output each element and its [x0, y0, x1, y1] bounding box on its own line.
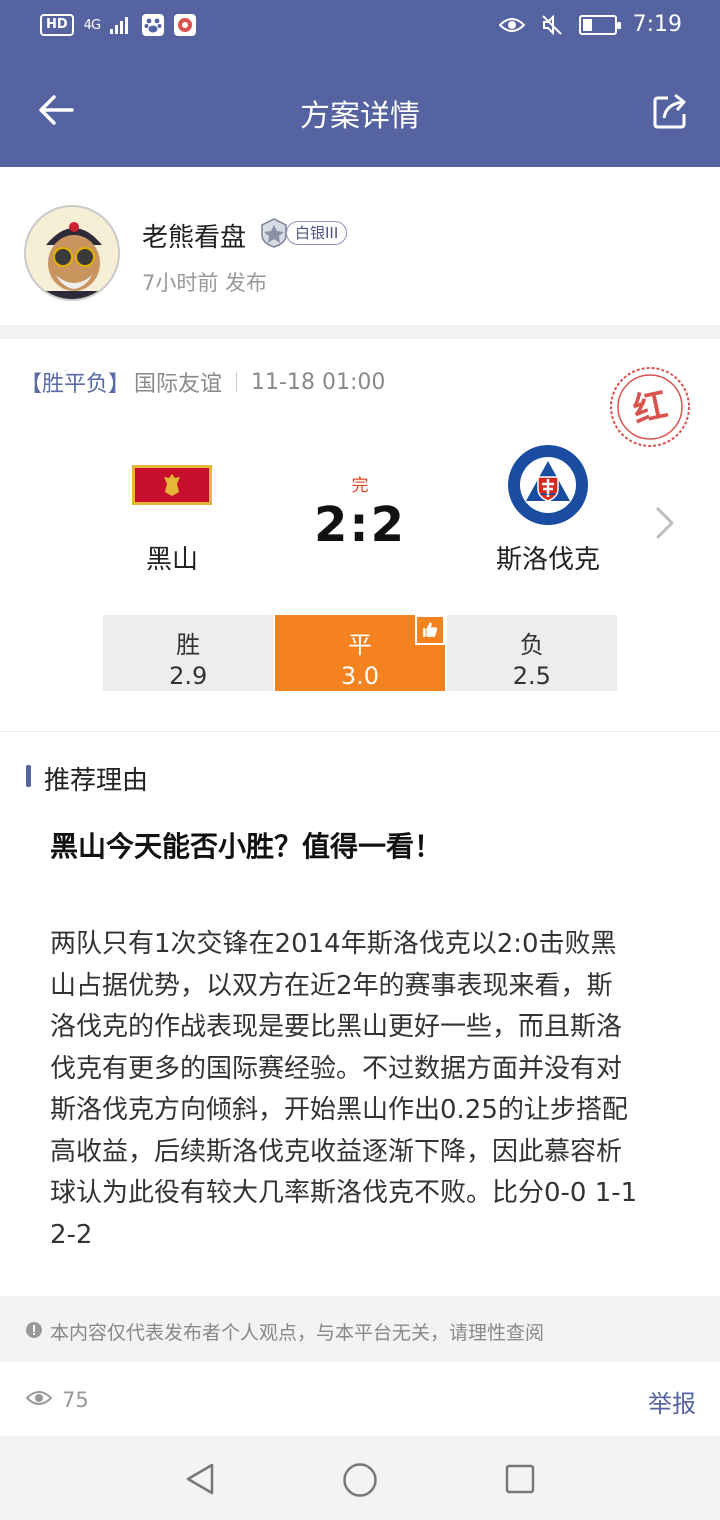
nav-back-icon[interactable]	[184, 1462, 216, 1496]
body-line: 高收益，后续斯洛伐克收益逐渐下降，因此慕容析	[50, 1136, 623, 1167]
recommendation-headline: 黑山今天能否小胜？值得一看！	[50, 830, 443, 863]
away-team-name[interactable]: 斯洛伐克	[466, 539, 630, 576]
match-meta: 【胜平负】 国际友谊 11-18 01:00	[20, 366, 385, 398]
odds-value: 2.9	[169, 662, 208, 690]
body-line: 两队只有1次交锋在2014年斯洛伐克以2:0击败黑	[50, 929, 617, 959]
author-name: 老熊看盘	[142, 223, 247, 253]
odds-label: 负	[519, 631, 544, 659]
nav-home-icon[interactable]	[342, 1462, 378, 1498]
report-button[interactable]: 举报	[648, 1384, 696, 1419]
body-line: 2-2	[50, 1219, 93, 1250]
league-name: 国际友谊	[134, 372, 223, 397]
eye-icon	[26, 1391, 52, 1405]
body-line: 伐克有更多的国际赛经验。不过数据方面并没有对	[50, 1053, 623, 1084]
battery-icon	[578, 14, 621, 35]
market-type: 【胜平负】	[20, 372, 131, 397]
section-title: 推荐理由	[44, 766, 149, 796]
recommendation-body: 两队只有1次交锋在2014年斯洛伐克以2:0击败黑 山占据优势，以双方在近2年的…	[50, 924, 670, 1256]
slovakia-federation-logo-icon	[508, 445, 588, 525]
nav-recents-icon[interactable]	[505, 1464, 535, 1494]
odds-options: 胜 2.9 平 3.0 负 2.5	[103, 615, 617, 691]
mute-icon	[541, 14, 562, 35]
publish-time: 7小时前 发布	[142, 271, 268, 295]
share-icon[interactable]	[650, 92, 690, 132]
odds-option-win[interactable]: 胜 2.9	[103, 615, 274, 691]
rank-label: 白银III	[286, 221, 348, 245]
sports-app-icon	[174, 14, 197, 36]
view-count: 75	[62, 1388, 89, 1412]
recommendation-section: 推荐理由 黑山今天能否小胜？值得一看！ 两队只有1次交锋在2014年斯洛伐克以2…	[0, 731, 720, 1296]
match-score: 2:2	[314, 497, 406, 553]
page-title: 方案详情	[300, 99, 420, 134]
chevron-right-icon[interactable]	[654, 505, 676, 541]
top-bar: HD 4G 7:19 方案详情	[0, 0, 720, 167]
match-datetime: 11-18 01:00	[251, 369, 386, 395]
paw-app-icon	[142, 14, 165, 36]
match-status: 完	[351, 476, 369, 496]
meta-divider	[236, 372, 238, 392]
author-card: 老熊看盘 白银III 7小时前 发布	[0, 167, 720, 325]
body-line: 球认为此役有较大几率斯洛伐克不败。比分0-0 1-1	[50, 1178, 638, 1208]
odds-label: 胜	[176, 631, 201, 659]
hd-indicator: HD	[40, 14, 74, 36]
rank-badge: 白银III	[258, 217, 348, 249]
svg-text:红: 红	[629, 385, 671, 431]
body-line: 斯洛伐克方向倾斜，开始黑山作出0.25的让步搭配	[50, 1095, 628, 1125]
red-result-stamp: 红	[610, 367, 690, 447]
body-line: 山占据优势，以双方在近2年的赛事表现来看，斯	[50, 970, 613, 1001]
match-card: 【胜平负】 国际友谊 11-18 01:00 红 黑山 完 2:2 斯洛伐克 胜…	[0, 339, 720, 731]
section-accent-bar	[26, 765, 31, 787]
footer-bar: 75 举报	[0, 1362, 720, 1436]
app-bar: 方案详情	[0, 56, 720, 167]
odds-value: 2.5	[512, 662, 551, 690]
body-line: 洛伐克的作战表现是要比黑山更好一些，而且斯洛	[50, 1012, 623, 1042]
avatar-image	[26, 207, 118, 299]
clock: 7:19	[632, 12, 682, 37]
avatar[interactable]	[24, 205, 120, 301]
info-icon	[26, 1322, 42, 1338]
odds-value: 3.0	[340, 662, 380, 690]
signal-icon	[110, 17, 129, 34]
montenegro-flag-icon	[132, 465, 212, 505]
home-team-name[interactable]: 黑山	[92, 539, 252, 576]
eye-comfort-icon	[498, 17, 525, 32]
thumbs-up-icon	[415, 615, 446, 645]
status-bar: HD 4G 7:19	[0, 0, 720, 56]
disclaimer: 本内容仅代表发布者个人观点，与本平台无关，请理性查阅	[0, 1296, 720, 1362]
network-indicator: 4G	[83, 17, 101, 33]
odds-option-lose[interactable]: 负 2.5	[446, 615, 617, 691]
odds-option-draw[interactable]: 平 3.0	[274, 615, 446, 691]
disclaimer-text: 本内容仅代表发布者个人观点，与本平台无关，请理性查阅	[50, 1322, 545, 1344]
system-nav-bar	[0, 1436, 720, 1520]
